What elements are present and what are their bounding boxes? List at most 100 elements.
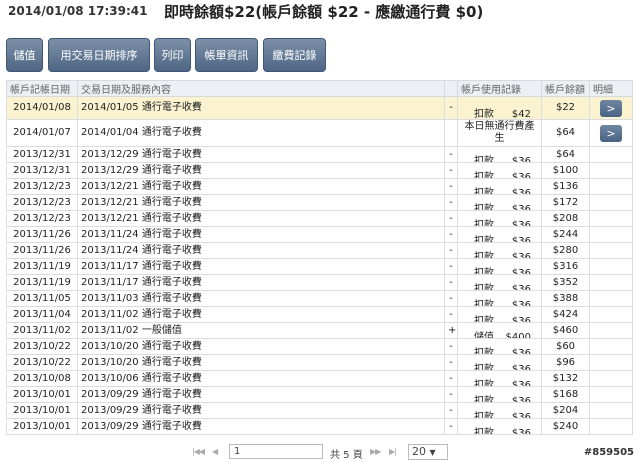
balance-cell: $64	[541, 119, 590, 147]
account-date-cell: 2013/10/08	[6, 370, 78, 387]
description-cell: 2013/09/29 通行電子收費	[77, 386, 445, 403]
detail-cell	[589, 194, 633, 211]
table-row: 2013/10/22 2013/10/20 通行電子收費 - 扣款 $36 $60	[6, 338, 633, 355]
table-row: 2013/10/08 2013/10/06 通行電子收費 - 扣款 $36 $132	[6, 370, 633, 387]
usage-cell: 儲值 $400	[457, 322, 542, 339]
col-sign	[444, 80, 458, 97]
account-date-cell: 2013/12/23	[6, 210, 78, 227]
table-row: 2013/11/19 2013/11/17 通行電子收費 - 扣款 $36 $352	[6, 274, 633, 291]
description-cell: 2013/09/29 通行電子收費	[77, 418, 445, 435]
table-row: 2013/11/04 2013/11/02 通行電子收費 - 扣款 $36 $424	[6, 306, 633, 323]
table-row: 2013/11/26 2013/11/24 通行電子收費 - 扣款 $36 $280	[6, 242, 633, 259]
sign-cell: -	[444, 402, 458, 419]
description-cell: 2013/11/17 通行電子收費	[77, 258, 445, 275]
description-cell: 2013/12/21 通行電子收費	[77, 178, 445, 195]
sign-cell: -	[444, 306, 458, 323]
detail-cell	[589, 306, 633, 323]
sign-cell: -	[444, 370, 458, 387]
table-row: 2013/12/23 2013/12/21 通行電子收費 - 扣款 $36 $172	[6, 194, 633, 211]
balance-cell: $96	[541, 354, 590, 371]
balance-cell: $136	[541, 178, 590, 195]
usage-amount: $36	[511, 203, 531, 211]
table-row: 2013/10/22 2013/10/20 通行電子收費 - 扣款 $36 $96	[6, 354, 633, 371]
usage-cell: 扣款 $36	[457, 290, 542, 307]
detail-cell: >	[589, 96, 633, 120]
prev-page-icon[interactable]: ◀	[212, 447, 218, 456]
balance-cell: $352	[541, 274, 590, 291]
page-size-select[interactable]: 20 ▼	[408, 444, 448, 460]
description-cell: 2013/11/24 通行電子收費	[77, 242, 445, 259]
description-cell: 2013/11/03 通行電子收費	[77, 290, 445, 307]
total-pages-label: 共 5 頁	[330, 450, 363, 461]
description-cell: 2013/10/06 通行電子收費	[77, 370, 445, 387]
usage-cell: 扣款 $36	[457, 146, 542, 163]
chevron-down-icon: ▼	[429, 448, 436, 457]
balance-cell: $240	[541, 418, 590, 435]
usage-kind: 扣款	[474, 283, 494, 291]
usage-kind: 扣款	[474, 109, 494, 120]
last-page-icon[interactable]: ▶|	[389, 447, 397, 456]
usage-amount: $36	[511, 363, 531, 371]
bill-info-button[interactable]: 帳單資訊	[195, 38, 258, 72]
usage-cell: 扣款 $36	[457, 210, 542, 227]
description-cell: 2013/10/20 通行電子收費	[77, 338, 445, 355]
usage-kind: 扣款	[474, 155, 494, 163]
table-row: 2013/12/23 2013/12/21 通行電子收費 - 扣款 $36 $136	[6, 178, 633, 195]
sign-cell: -	[444, 146, 458, 163]
detail-cell	[589, 418, 633, 435]
usage-kind: 扣款	[474, 203, 494, 211]
sign-cell: -	[444, 242, 458, 259]
account-date-cell: 2013/12/31	[6, 162, 78, 179]
usage-kind: 扣款	[474, 299, 494, 307]
detail-cell	[589, 338, 633, 355]
usage-cell: 扣款 $36	[457, 306, 542, 323]
sign-cell: -	[444, 162, 458, 179]
account-date-cell: 2013/10/01	[6, 402, 78, 419]
sort-by-trade-date-button[interactable]: 用交易日期排序	[48, 38, 150, 72]
description-cell: 2013/10/20 通行電子收費	[77, 354, 445, 371]
usage-cell: 扣款 $36	[457, 386, 542, 403]
col-description: 交易日期及服務內容	[77, 80, 445, 97]
balance-cell: $388	[541, 290, 590, 307]
detail-arrow-button[interactable]: >	[600, 99, 622, 117]
usage-kind: 扣款	[474, 395, 494, 403]
next-page-icon[interactable]: ▶▶	[370, 447, 381, 456]
detail-arrow-button[interactable]: >	[600, 124, 622, 142]
account-date-cell: 2013/12/31	[6, 146, 78, 163]
topup-button[interactable]: 儲值	[6, 38, 43, 72]
description-cell: 2013/11/17 通行電子收費	[77, 274, 445, 291]
usage-amount: $36	[511, 315, 531, 323]
usage-kind: 扣款	[474, 267, 494, 275]
page-number-input[interactable]: 1	[229, 444, 323, 459]
sign-cell: -	[444, 274, 458, 291]
usage-cell: 扣款 $36	[457, 226, 542, 243]
sign-cell: -	[444, 96, 458, 120]
sign-cell: -	[444, 178, 458, 195]
table-row: 2013/10/01 2013/09/29 通行電子收費 - 扣款 $36 $204	[6, 402, 633, 419]
usage-amount: $36	[511, 187, 531, 195]
payment-record-button[interactable]: 繳費記錄	[263, 38, 326, 72]
first-page-icon[interactable]: |◀◀	[192, 447, 205, 456]
account-date-cell: 2013/10/22	[6, 338, 78, 355]
table-row: 2013/12/31 2013/12/29 通行電子收費 - 扣款 $36 $100	[6, 162, 633, 179]
usage-kind: 扣款	[474, 187, 494, 195]
print-button[interactable]: 列印	[154, 38, 191, 72]
usage-amount: $36	[511, 395, 531, 403]
balance-cell: $460	[541, 322, 590, 339]
sign-cell: -	[444, 338, 458, 355]
account-date-cell: 2013/12/23	[6, 194, 78, 211]
usage-cell: 扣款 $36	[457, 402, 542, 419]
detail-cell	[589, 146, 633, 163]
description-cell: 2013/12/29 通行電子收費	[77, 146, 445, 163]
account-date-cell: 2013/11/19	[6, 258, 78, 275]
current-datetime: 2014/01/08 17:39:41	[8, 4, 148, 18]
table-row: 2014/01/07 2014/01/04 通行電子收費 本日無通行費產生 $64 >	[6, 119, 633, 147]
col-detail: 明細	[589, 80, 633, 97]
account-date-cell: 2013/10/01	[6, 418, 78, 435]
usage-cell: 本日無通行費產生	[457, 119, 542, 147]
usage-cell: 扣款 $36	[457, 162, 542, 179]
usage-cell: 扣款 $36	[457, 258, 542, 275]
account-date-cell: 2013/10/22	[6, 354, 78, 371]
table-row: 2013/10/01 2013/09/29 通行電子收費 - 扣款 $36 $240	[6, 418, 633, 435]
usage-cell: 扣款 $36	[457, 338, 542, 355]
